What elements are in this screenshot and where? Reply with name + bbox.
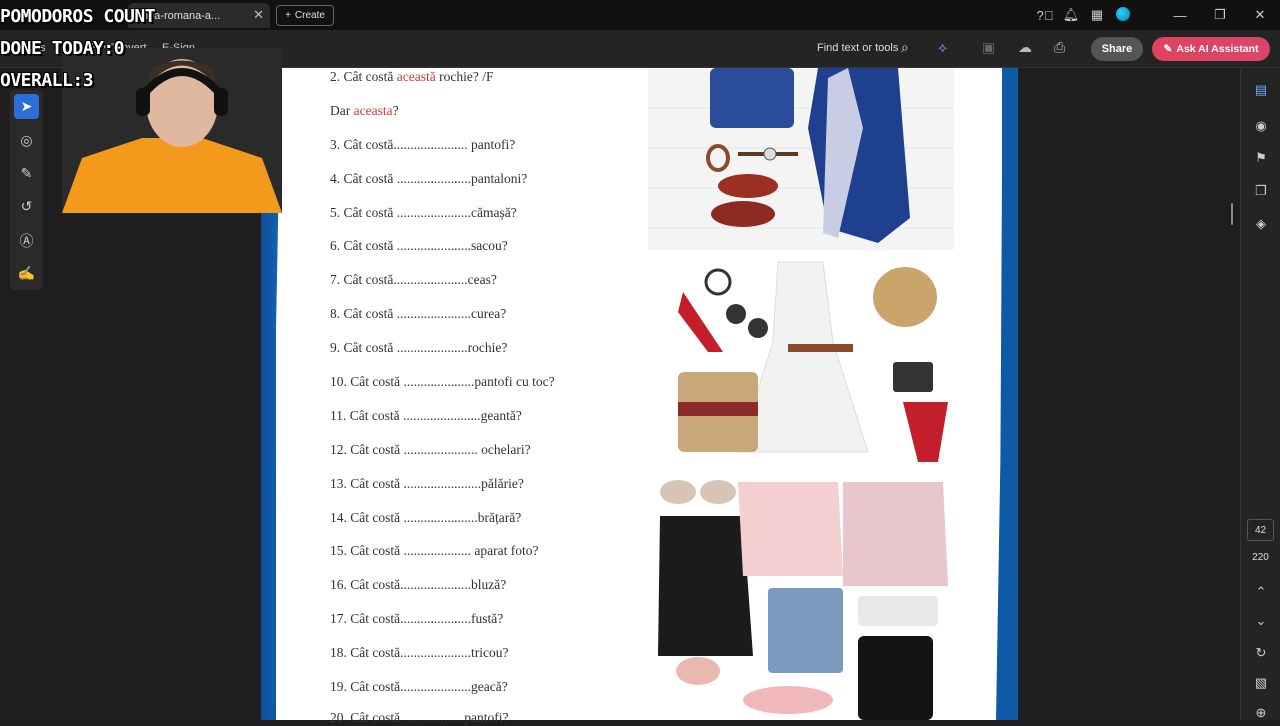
exercise-line: 5. Cât costă ......................cămaș… xyxy=(330,205,517,221)
sign-tool-icon[interactable]: ✍ xyxy=(14,261,39,286)
scrollbar-thumb[interactable] xyxy=(1231,203,1233,225)
exercise-line: 18. Cât costă.....................tricou… xyxy=(330,645,508,661)
line-text: 16. Cât costă.....................bluză? xyxy=(330,577,507,592)
line-text-end: ? xyxy=(392,103,399,118)
title-bar: limba-romana-a... ✕ + Create ?⃝ 🔔︎ ▦ — ❐… xyxy=(0,0,1280,30)
line-text: 2. Cât costă xyxy=(330,69,397,84)
menswear-photo xyxy=(648,68,954,250)
summer-outfit-photo xyxy=(648,252,954,474)
webcam-feed xyxy=(62,48,282,213)
text-tool-icon[interactable]: Ⓐ xyxy=(14,228,39,253)
pomodoro-count-label: POMODOROS COUNT xyxy=(0,6,156,27)
account-avatar-icon[interactable] xyxy=(1110,6,1136,24)
create-label: Create xyxy=(294,10,325,21)
sparkle-tools-icon[interactable]: ⟡ xyxy=(938,39,947,56)
line-text: 20. Cât costă ..................pantofi? xyxy=(330,710,509,725)
right-sidebar: ▤ ◉ ⚑ ❐ ◈ ⌃ ⌄ ↻ ▧ ⊕ xyxy=(1240,68,1280,720)
comment-tool-icon[interactable]: ◎ xyxy=(14,128,39,153)
close-window-icon[interactable]: ✕ xyxy=(1240,7,1280,23)
select-tool-icon[interactable]: ➤ xyxy=(14,94,39,119)
layers-icon[interactable]: ◈ xyxy=(1251,216,1271,232)
line-text: 3. Cât costă...................... panto… xyxy=(330,137,516,152)
line-text: 7. Cât costă......................ceas? xyxy=(330,272,497,287)
casual-outfit-photo xyxy=(648,476,954,720)
share-button[interactable]: Share xyxy=(1091,37,1143,61)
exercise-line: 17. Cât costă.....................fustă? xyxy=(330,611,503,627)
page-down-icon[interactable]: ⌄ xyxy=(1251,613,1271,629)
page-up-icon[interactable]: ⌃ xyxy=(1251,584,1271,600)
page-thumbnail-icon[interactable]: ▤ xyxy=(1251,82,1271,98)
line-text: 12. Cât costă ...................... och… xyxy=(330,442,531,457)
save-icon[interactable]: ▣ xyxy=(982,39,995,56)
exercise-line: 11. Cât costă .......................gea… xyxy=(330,408,522,424)
exercise-line: 12. Cât costă ...................... och… xyxy=(330,442,531,458)
search-icon[interactable]: ⌕ xyxy=(901,39,909,56)
upload-cloud-icon[interactable]: ☁ xyxy=(1018,39,1032,56)
exercise-line: Dar aceasta? xyxy=(330,103,399,119)
zoom-in-icon[interactable]: ⊕ xyxy=(1251,705,1271,721)
print-icon[interactable]: ⎙ xyxy=(1054,39,1065,56)
exercise-line: 6. Cât costă ......................sacou… xyxy=(330,238,508,254)
find-tools-label[interactable]: Find text or tools xyxy=(817,42,898,54)
exercise-line: 2. Cât costă această rochie? /F xyxy=(330,69,493,85)
exercise-line: 8. Cât costă ......................curea… xyxy=(330,306,506,322)
exercise-line: 16. Cât costă.....................bluză? xyxy=(330,577,506,593)
line-text: 13. Cât costă .......................păl… xyxy=(330,476,524,491)
exercise-line: 9. Cât costă .....................rochie… xyxy=(330,340,507,356)
line-text: 18. Cât costă.....................tricou… xyxy=(330,645,509,660)
create-button[interactable]: + Create xyxy=(276,5,334,26)
restore-icon[interactable]: ❐ xyxy=(1200,7,1240,23)
overall-label: OVERALL:3 xyxy=(0,70,94,91)
bookmark-icon[interactable]: ⚑ xyxy=(1251,150,1271,166)
close-tab-icon[interactable]: ✕ xyxy=(253,7,264,23)
exercise-line: 20. Cât costă ..................pantofi? xyxy=(330,710,508,726)
line-text: 8. Cât costă ......................curea… xyxy=(330,306,507,321)
page-fit-icon[interactable]: ▧ xyxy=(1251,675,1271,691)
line-text: Dar xyxy=(330,103,354,118)
exercise-line: 3. Cât costă...................... panto… xyxy=(330,137,515,153)
line-text: 19. Cât costă.....................geacă? xyxy=(330,679,508,694)
current-page-field[interactable]: 42 xyxy=(1247,519,1274,541)
exercise-line: 14. Cât costă ......................brăț… xyxy=(330,510,521,526)
done-today-label: DONE TODAY:0 xyxy=(0,38,125,59)
line-text-end: rochie? /F xyxy=(435,69,494,84)
exercise-line: 13. Cât costă .......................păl… xyxy=(330,476,524,492)
exercise-line: 10. Cât costă .....................panto… xyxy=(330,374,555,390)
plus-icon: + xyxy=(285,10,291,21)
line-text: 4. Cât costă ......................panta… xyxy=(330,171,528,186)
bell-icon[interactable]: 🔔︎ xyxy=(1058,7,1084,23)
ask-ai-button[interactable]: ✎ Ask AI Assistant xyxy=(1152,37,1270,61)
line-text: 11. Cât costă .......................gea… xyxy=(330,408,522,423)
highlighted-word: aceasta xyxy=(353,103,393,118)
ai-assistant-icon: ✎ xyxy=(1163,43,1173,55)
exercise-line: 4. Cât costă ......................panta… xyxy=(330,171,527,187)
highlighted-word: această xyxy=(396,69,436,84)
copy-pages-icon[interactable]: ❐ xyxy=(1251,183,1271,199)
tool-strip: ➤ ◎ ✎ ↺ Ⓐ ✍ xyxy=(10,90,43,290)
help-icon[interactable]: ?⃝ xyxy=(1032,8,1058,23)
apps-grid-icon[interactable]: ▦ xyxy=(1084,7,1110,23)
line-text: 6. Cât costă ......................sacou… xyxy=(330,238,508,253)
title-bar-icons: ?⃝ 🔔︎ ▦ — ❐ ✕ xyxy=(1032,0,1280,30)
line-text: 14. Cât costă ......................brăț… xyxy=(330,510,522,525)
share-label: Share xyxy=(1101,43,1133,55)
lasso-tool-icon[interactable]: ↺ xyxy=(14,194,39,219)
line-text: 10. Cât costă .....................panto… xyxy=(330,374,555,389)
total-pages-label: 220 xyxy=(1252,552,1269,563)
exercise-line: 7. Cât costă......................ceas? xyxy=(330,272,497,288)
exercise-line: 15. Cât costă .................... apara… xyxy=(330,543,538,559)
rotate-icon[interactable]: ↻ xyxy=(1251,645,1271,661)
pen-tool-icon[interactable]: ✎ xyxy=(14,161,39,186)
exercise-line: 19. Cât costă.....................geacă? xyxy=(330,679,508,695)
comments-panel-icon[interactable]: ◉ xyxy=(1251,118,1271,134)
line-text: 5. Cât costă ......................cămaș… xyxy=(330,205,517,220)
ask-ai-label: Ask AI Assistant xyxy=(1176,43,1259,55)
line-text: 17. Cât costă.....................fustă? xyxy=(330,611,504,626)
line-text: 15. Cât costă .................... apara… xyxy=(330,543,539,558)
line-text: 9. Cât costă .....................rochie… xyxy=(330,340,508,355)
minimize-icon[interactable]: — xyxy=(1160,8,1200,23)
